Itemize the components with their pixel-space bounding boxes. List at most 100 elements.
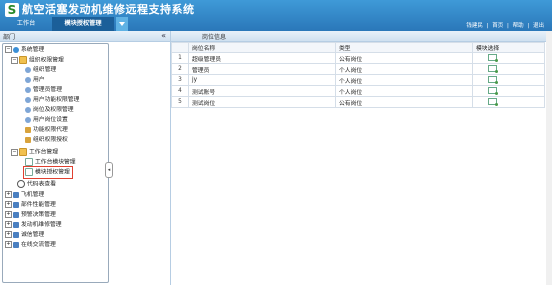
row-module-select — [472, 74, 545, 86]
globe-icon — [13, 46, 19, 53]
tree-node-label: 系统管理 — [21, 47, 45, 53]
column-header-name: 岗位名称 — [188, 42, 336, 53]
tree-node-label: 组织管理 — [33, 67, 57, 73]
tree-node-online-chat[interactable]: + 在线交流管理 — [5, 241, 56, 250]
tree-node-label: 发动机维修管理 — [21, 222, 62, 228]
tree-node-label: 诚信管理 — [21, 232, 45, 238]
tree-node-label: 工作台模块管理 — [35, 159, 76, 166]
tree-node-org-auth[interactable]: 组织权限授权 — [25, 136, 68, 145]
table-row[interactable]: 5 测试岗位 公有岗位 — [171, 96, 545, 108]
table-row[interactable]: 2 管理员 个人岗位 — [171, 63, 545, 75]
expand-icon[interactable]: + — [5, 191, 12, 198]
tree-node-user-post[interactable]: 用户岗位设置 — [25, 116, 68, 125]
chevron-down-icon — [119, 22, 125, 26]
expand-icon[interactable]: + — [5, 221, 12, 228]
module-config-icon[interactable] — [488, 75, 498, 84]
user-icon — [25, 76, 31, 83]
menu-tree: − 系统管理 − 组织权限管理 组织管理 用户 管理员管理 用户功能权限管理 岗位及… — [2, 43, 109, 283]
separator: | — [507, 23, 509, 29]
tab-workbench[interactable]: 工作台 — [0, 17, 52, 31]
home-link[interactable]: 首页 — [492, 23, 503, 29]
tree-node-user-func-perm[interactable]: 用户功能权限管理 — [25, 96, 79, 105]
plane-icon — [13, 211, 19, 218]
row-module-select — [472, 52, 545, 64]
folder-icon — [19, 56, 27, 64]
page-icon — [25, 158, 33, 166]
expand-icon[interactable]: + — [5, 201, 12, 208]
tree-node-label: 组织权限管理 — [29, 57, 64, 64]
column-header-index — [171, 42, 189, 53]
tree-node-workbench[interactable]: − 工作台管理 — [11, 148, 58, 157]
row-module-select — [472, 96, 545, 108]
panel-toggle-handle[interactable]: ◂ — [105, 162, 113, 178]
tree-node-func-proxy[interactable]: 功能权限代理 — [25, 126, 68, 135]
logout-link[interactable]: 退出 — [533, 23, 544, 29]
expand-icon[interactable]: + — [5, 211, 12, 218]
module-config-icon[interactable] — [488, 97, 498, 106]
tree-node-aircraft[interactable]: + 飞机管理 — [5, 191, 44, 200]
left-panel-title: 部门 — [3, 34, 16, 41]
plane-icon — [13, 231, 19, 238]
row-index: 2 — [171, 63, 189, 75]
collapse-icon[interactable]: − — [5, 46, 12, 53]
row-index: 4 — [171, 85, 189, 97]
tree-node-admin[interactable]: 管理员管理 — [25, 86, 62, 95]
tree-node-label: 用户岗位设置 — [33, 117, 68, 123]
tree-node-engine-repair[interactable]: + 发动机维修管理 — [5, 221, 62, 230]
expand-icon[interactable]: + — [5, 231, 12, 238]
module-config-icon[interactable] — [488, 86, 498, 95]
tree-node-org-perm[interactable]: − 组织权限管理 — [11, 56, 64, 65]
tree-node-label: 预警决策管理 — [21, 212, 56, 218]
tree-node-parts[interactable]: + 部件性能管理 — [5, 201, 56, 210]
user-link[interactable]: 钱建民 — [466, 23, 483, 29]
module-config-icon[interactable] — [488, 64, 498, 73]
tree-node-system[interactable]: − 系统管理 — [5, 46, 44, 55]
left-panel: 部门 « − 系统管理 − 组织权限管理 组织管理 用户 管理员管理 用户功能权限管… — [0, 31, 171, 285]
tree-node-label: 用户功能权限管理 — [33, 97, 80, 103]
help-link[interactable]: 帮助 — [513, 23, 524, 29]
tree-node-warning[interactable]: + 预警决策管理 — [5, 211, 56, 220]
app-logo: S — [5, 3, 19, 17]
table-row[interactable]: 1 超级管理员 公有岗位 — [171, 52, 545, 64]
table-row[interactable]: 4 测试账号 个人岗位 — [171, 85, 545, 97]
tree-node-user[interactable]: 用户 — [25, 76, 45, 85]
collapse-panel-icon[interactable]: « — [161, 31, 166, 40]
user-icon — [25, 96, 31, 103]
separator: | — [527, 23, 530, 29]
column-header-type: 类型 — [335, 42, 473, 53]
tab-dropdown-button[interactable] — [116, 17, 128, 31]
vertical-scrollbar[interactable] — [546, 31, 552, 285]
tree-node-label: 飞机管理 — [21, 192, 45, 198]
plane-icon — [13, 241, 19, 248]
collapse-icon[interactable]: − — [11, 56, 18, 64]
tree-node-org-mgmt[interactable]: 组织管理 — [25, 66, 56, 75]
key-icon — [25, 136, 31, 143]
tree-node-credit[interactable]: + 诚信管理 — [5, 231, 44, 240]
tab-module-auth[interactable]: 模块授权管理 — [52, 17, 114, 31]
tree-node-label: 工作台管理 — [29, 149, 58, 156]
app-title: 航空活塞发动机维修远程支持系统 — [22, 3, 195, 16]
row-type: 个人岗位 — [335, 63, 473, 75]
expand-icon[interactable]: + — [5, 241, 12, 248]
tree-node-label: 功能权限代理 — [33, 127, 68, 133]
row-name: 测试账号 — [188, 85, 336, 97]
row-index: 3 — [171, 74, 189, 86]
tree-node-post-perm[interactable]: 岗位及权限管理 — [25, 106, 74, 115]
tree-node-label: 岗位及权限管理 — [33, 107, 74, 113]
user-icon — [25, 66, 31, 73]
separator: | — [486, 23, 489, 29]
tree-node-label: 代码表查看 — [27, 181, 56, 188]
module-config-icon[interactable] — [488, 53, 498, 62]
key-icon — [25, 126, 31, 133]
row-module-select — [472, 85, 545, 97]
tree-node-code-view[interactable]: 代码表查看 — [17, 180, 56, 189]
row-name: jy — [188, 74, 336, 86]
row-type: 公有岗位 — [335, 52, 473, 64]
right-panel-title: 岗位信息 — [202, 34, 227, 41]
collapse-icon[interactable]: − — [11, 148, 18, 156]
tree-node-label: 部件性能管理 — [21, 202, 56, 208]
table-row[interactable]: 3 jy 个人岗位 — [171, 74, 545, 86]
app-header: S 航空活塞发动机维修远程支持系统 工作台 模块授权管理 钱建民 | 首页 | … — [0, 0, 552, 31]
top-links: 钱建民 | 首页 | 帮助 | 退出 — [464, 21, 544, 29]
left-panel-header: 部门 « — [0, 31, 170, 42]
